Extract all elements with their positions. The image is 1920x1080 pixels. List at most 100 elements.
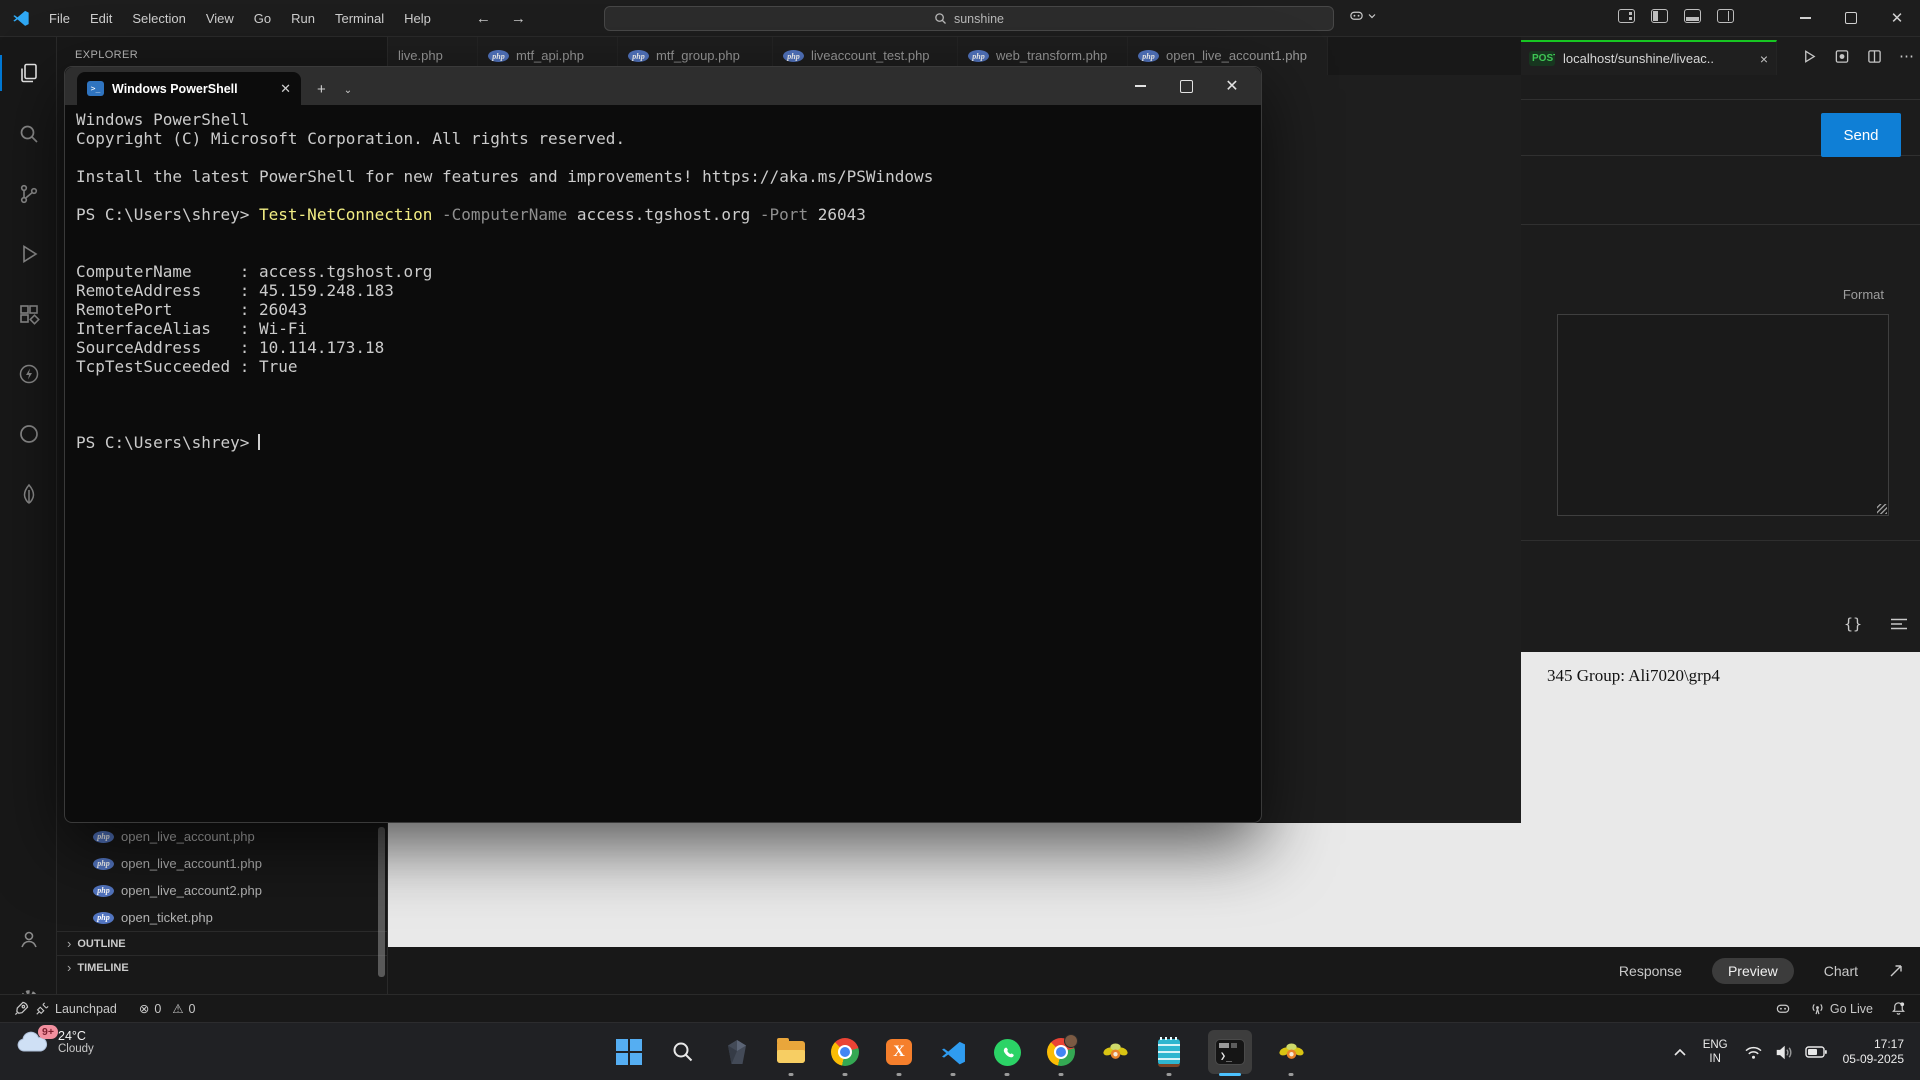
search-value: sunshine bbox=[954, 12, 1004, 26]
launchpad-label: Launchpad bbox=[55, 1002, 117, 1016]
window-minimize-button[interactable] bbox=[1782, 0, 1828, 36]
format-label[interactable]: Format bbox=[1843, 287, 1884, 302]
notepad-button[interactable] bbox=[1153, 1027, 1185, 1077]
file-row[interactable]: php open_ticket.php bbox=[57, 904, 388, 931]
request-body-textarea[interactable] bbox=[1557, 314, 1889, 516]
xampp-button[interactable]: X bbox=[883, 1027, 915, 1077]
notepad-icon bbox=[1158, 1039, 1180, 1065]
url-input[interactable]: Send bbox=[1521, 99, 1920, 156]
record-ring-icon[interactable] bbox=[0, 410, 57, 458]
scrollbar-thumb[interactable] bbox=[378, 827, 385, 977]
window-close-button[interactable]: ✕ bbox=[1874, 0, 1920, 36]
copilot-status-icon[interactable] bbox=[1774, 1001, 1792, 1016]
run-request-icon[interactable] bbox=[1802, 49, 1817, 64]
outline-section[interactable]: › OUTLINE bbox=[57, 931, 388, 955]
menu-lines-icon[interactable] bbox=[1890, 618, 1908, 630]
split-editor-icon[interactable] bbox=[1867, 49, 1882, 64]
menu-edit[interactable]: Edit bbox=[81, 7, 121, 30]
terminal-minimize-button[interactable] bbox=[1117, 67, 1163, 105]
tab-close-icon[interactable]: × bbox=[1760, 51, 1768, 67]
explorer-icon[interactable] bbox=[0, 49, 57, 97]
thunder-client-icon[interactable] bbox=[0, 350, 57, 398]
tab-preview[interactable]: Preview bbox=[1712, 958, 1794, 984]
vscode-button[interactable] bbox=[937, 1027, 969, 1077]
window-maximize-button[interactable] bbox=[1828, 0, 1874, 36]
terminal-titlebar[interactable]: >_ Windows PowerShell ✕ + ⌄ ✕ bbox=[65, 67, 1261, 105]
language-indicator[interactable]: ENG IN bbox=[1703, 1038, 1728, 1066]
tray-chevron-up-icon[interactable] bbox=[1673, 1048, 1687, 1057]
source-control-icon[interactable] bbox=[0, 170, 57, 218]
wifi-icon bbox=[1744, 1045, 1763, 1060]
terminal-tab-close-icon[interactable]: ✕ bbox=[280, 81, 291, 97]
http-method-badge: POST bbox=[1529, 51, 1555, 66]
weather-widget[interactable]: 9+ 24°C Cloudy bbox=[14, 1029, 94, 1055]
desktop: File Edit Selection View Go Run Terminal… bbox=[0, 0, 1920, 1080]
terminal-result-line: RemotePort : 26043 bbox=[76, 300, 1261, 319]
obsidian-app-button[interactable] bbox=[721, 1027, 753, 1077]
start-button[interactable] bbox=[613, 1027, 645, 1077]
request-tab[interactable]: POST localhost/sunshine/liveac.. × bbox=[1521, 40, 1777, 75]
tray-status-icons[interactable] bbox=[1744, 1045, 1827, 1060]
menu-go[interactable]: Go bbox=[245, 7, 280, 30]
toggle-panel-icon[interactable] bbox=[1684, 9, 1701, 23]
terminal-line: Copyright (C) Microsoft Corporation. All… bbox=[76, 129, 1261, 148]
go-live-button[interactable]: Go Live bbox=[1810, 1001, 1873, 1016]
timeline-section[interactable]: › TIMELINE bbox=[57, 955, 388, 979]
gear-wings-app-button[interactable] bbox=[1099, 1027, 1131, 1077]
terminal-maximize-button[interactable] bbox=[1163, 67, 1209, 105]
tab-chart[interactable]: Chart bbox=[1824, 963, 1858, 979]
search-sidebar-icon[interactable] bbox=[0, 110, 57, 158]
terminal-tab[interactable]: >_ Windows PowerShell ✕ bbox=[77, 72, 301, 105]
chrome-profile-button[interactable] bbox=[1045, 1027, 1077, 1077]
file-explorer-button[interactable] bbox=[775, 1027, 807, 1077]
terminal-close-button[interactable]: ✕ bbox=[1209, 67, 1255, 105]
file-row[interactable]: php open_live_account.php bbox=[57, 823, 388, 850]
file-row[interactable]: php open_live_account2.php bbox=[57, 877, 388, 904]
extensions-icon[interactable] bbox=[0, 290, 57, 338]
rocket-icon bbox=[14, 1001, 29, 1016]
timeline-label: TIMELINE bbox=[77, 962, 128, 974]
terminal-result-line: RemoteAddress : 45.159.248.183 bbox=[76, 281, 1261, 300]
taskbar-search-button[interactable] bbox=[667, 1027, 699, 1077]
toggle-secondary-sidebar-icon[interactable] bbox=[1717, 9, 1734, 23]
menu-file[interactable]: File bbox=[40, 7, 79, 30]
gear-wings-icon bbox=[1278, 1039, 1305, 1066]
chrome-icon bbox=[831, 1038, 859, 1066]
request-tab-label: localhost/sunshine/liveac.. bbox=[1563, 51, 1714, 66]
menu-selection[interactable]: Selection bbox=[123, 7, 194, 30]
tab-response[interactable]: Response bbox=[1619, 963, 1682, 979]
run-debug-icon[interactable] bbox=[0, 230, 57, 278]
terminal-content[interactable]: Windows PowerShell Copyright (C) Microso… bbox=[65, 105, 1261, 452]
tab-dropdown-icon[interactable]: ⌄ bbox=[344, 85, 352, 96]
toggle-sidebar-icon[interactable] bbox=[1651, 9, 1668, 23]
nav-back-icon[interactable]: ← bbox=[476, 10, 491, 27]
expand-diagonal-icon[interactable] bbox=[1888, 963, 1904, 979]
notifications-bell-icon[interactable] bbox=[1891, 1001, 1906, 1016]
nav-forward-icon[interactable]: → bbox=[511, 10, 526, 27]
menu-run[interactable]: Run bbox=[282, 7, 324, 30]
file-explorer-icon bbox=[777, 1041, 805, 1063]
menu-help[interactable]: Help bbox=[395, 7, 440, 30]
plug-icon bbox=[35, 1002, 49, 1016]
send-button[interactable]: Send bbox=[1821, 113, 1901, 157]
menu-terminal[interactable]: Terminal bbox=[326, 7, 393, 30]
chrome-button[interactable] bbox=[829, 1027, 861, 1077]
open-settings-editor-icon[interactable] bbox=[1834, 49, 1850, 64]
search-input[interactable]: sunshine bbox=[604, 6, 1334, 31]
file-row[interactable]: php open_live_account1.php bbox=[57, 850, 388, 877]
gear-wings-app-2-button[interactable] bbox=[1275, 1027, 1307, 1077]
menu-view[interactable]: View bbox=[197, 7, 243, 30]
json-format-icon[interactable]: {} bbox=[1844, 615, 1862, 633]
mongodb-icon[interactable] bbox=[0, 470, 57, 518]
new-tab-button[interactable]: + bbox=[317, 81, 326, 98]
windows-taskbar: 9+ 24°C Cloudy X bbox=[0, 1022, 1920, 1080]
copilot-button[interactable] bbox=[1348, 8, 1376, 23]
taskbar-clock[interactable]: 17:17 05-09-2025 bbox=[1843, 1037, 1904, 1067]
launchpad-button[interactable]: Launchpad bbox=[0, 1001, 117, 1016]
problems-indicator[interactable]: ⊗ 0 ⚠ 0 bbox=[139, 1001, 196, 1016]
whatsapp-button[interactable] bbox=[991, 1027, 1023, 1077]
more-actions-icon[interactable]: ⋯ bbox=[1899, 47, 1914, 65]
windows-terminal-button[interactable]: ❯_ bbox=[1207, 1027, 1253, 1077]
customize-layout-icon[interactable] bbox=[1618, 9, 1635, 23]
account-icon[interactable] bbox=[0, 915, 57, 963]
